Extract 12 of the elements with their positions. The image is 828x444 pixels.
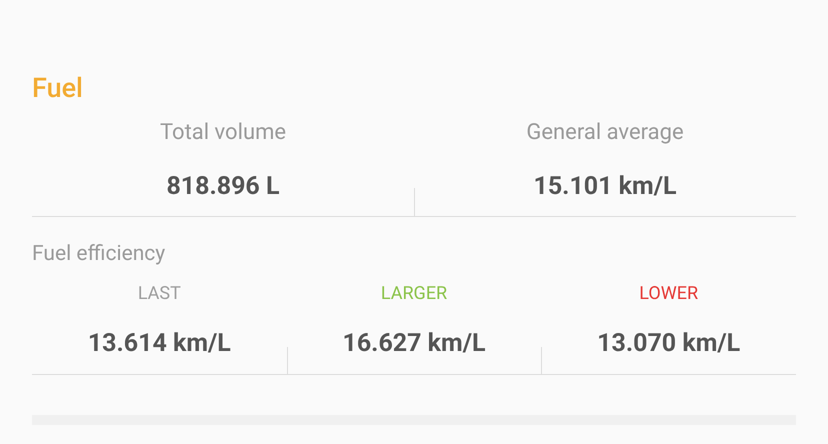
stat-value: 13.070 km/L bbox=[597, 328, 740, 360]
stat-value: 16.627 km/L bbox=[342, 328, 486, 360]
stat-label: Total volume bbox=[160, 119, 286, 147]
stat-value: 13.614 km/L bbox=[88, 328, 231, 360]
stat-label: LAST bbox=[138, 282, 181, 306]
stat-label: LOWER bbox=[639, 282, 698, 306]
subsection-title: Fuel efficiency bbox=[32, 242, 166, 266]
stat-label: General average bbox=[526, 119, 684, 147]
stat-value: 818.896 L bbox=[166, 171, 280, 203]
stat-label: LARGER bbox=[380, 282, 448, 306]
stat-value: 15.101 km/L bbox=[534, 171, 676, 203]
section-title: Fuel bbox=[32, 71, 83, 106]
